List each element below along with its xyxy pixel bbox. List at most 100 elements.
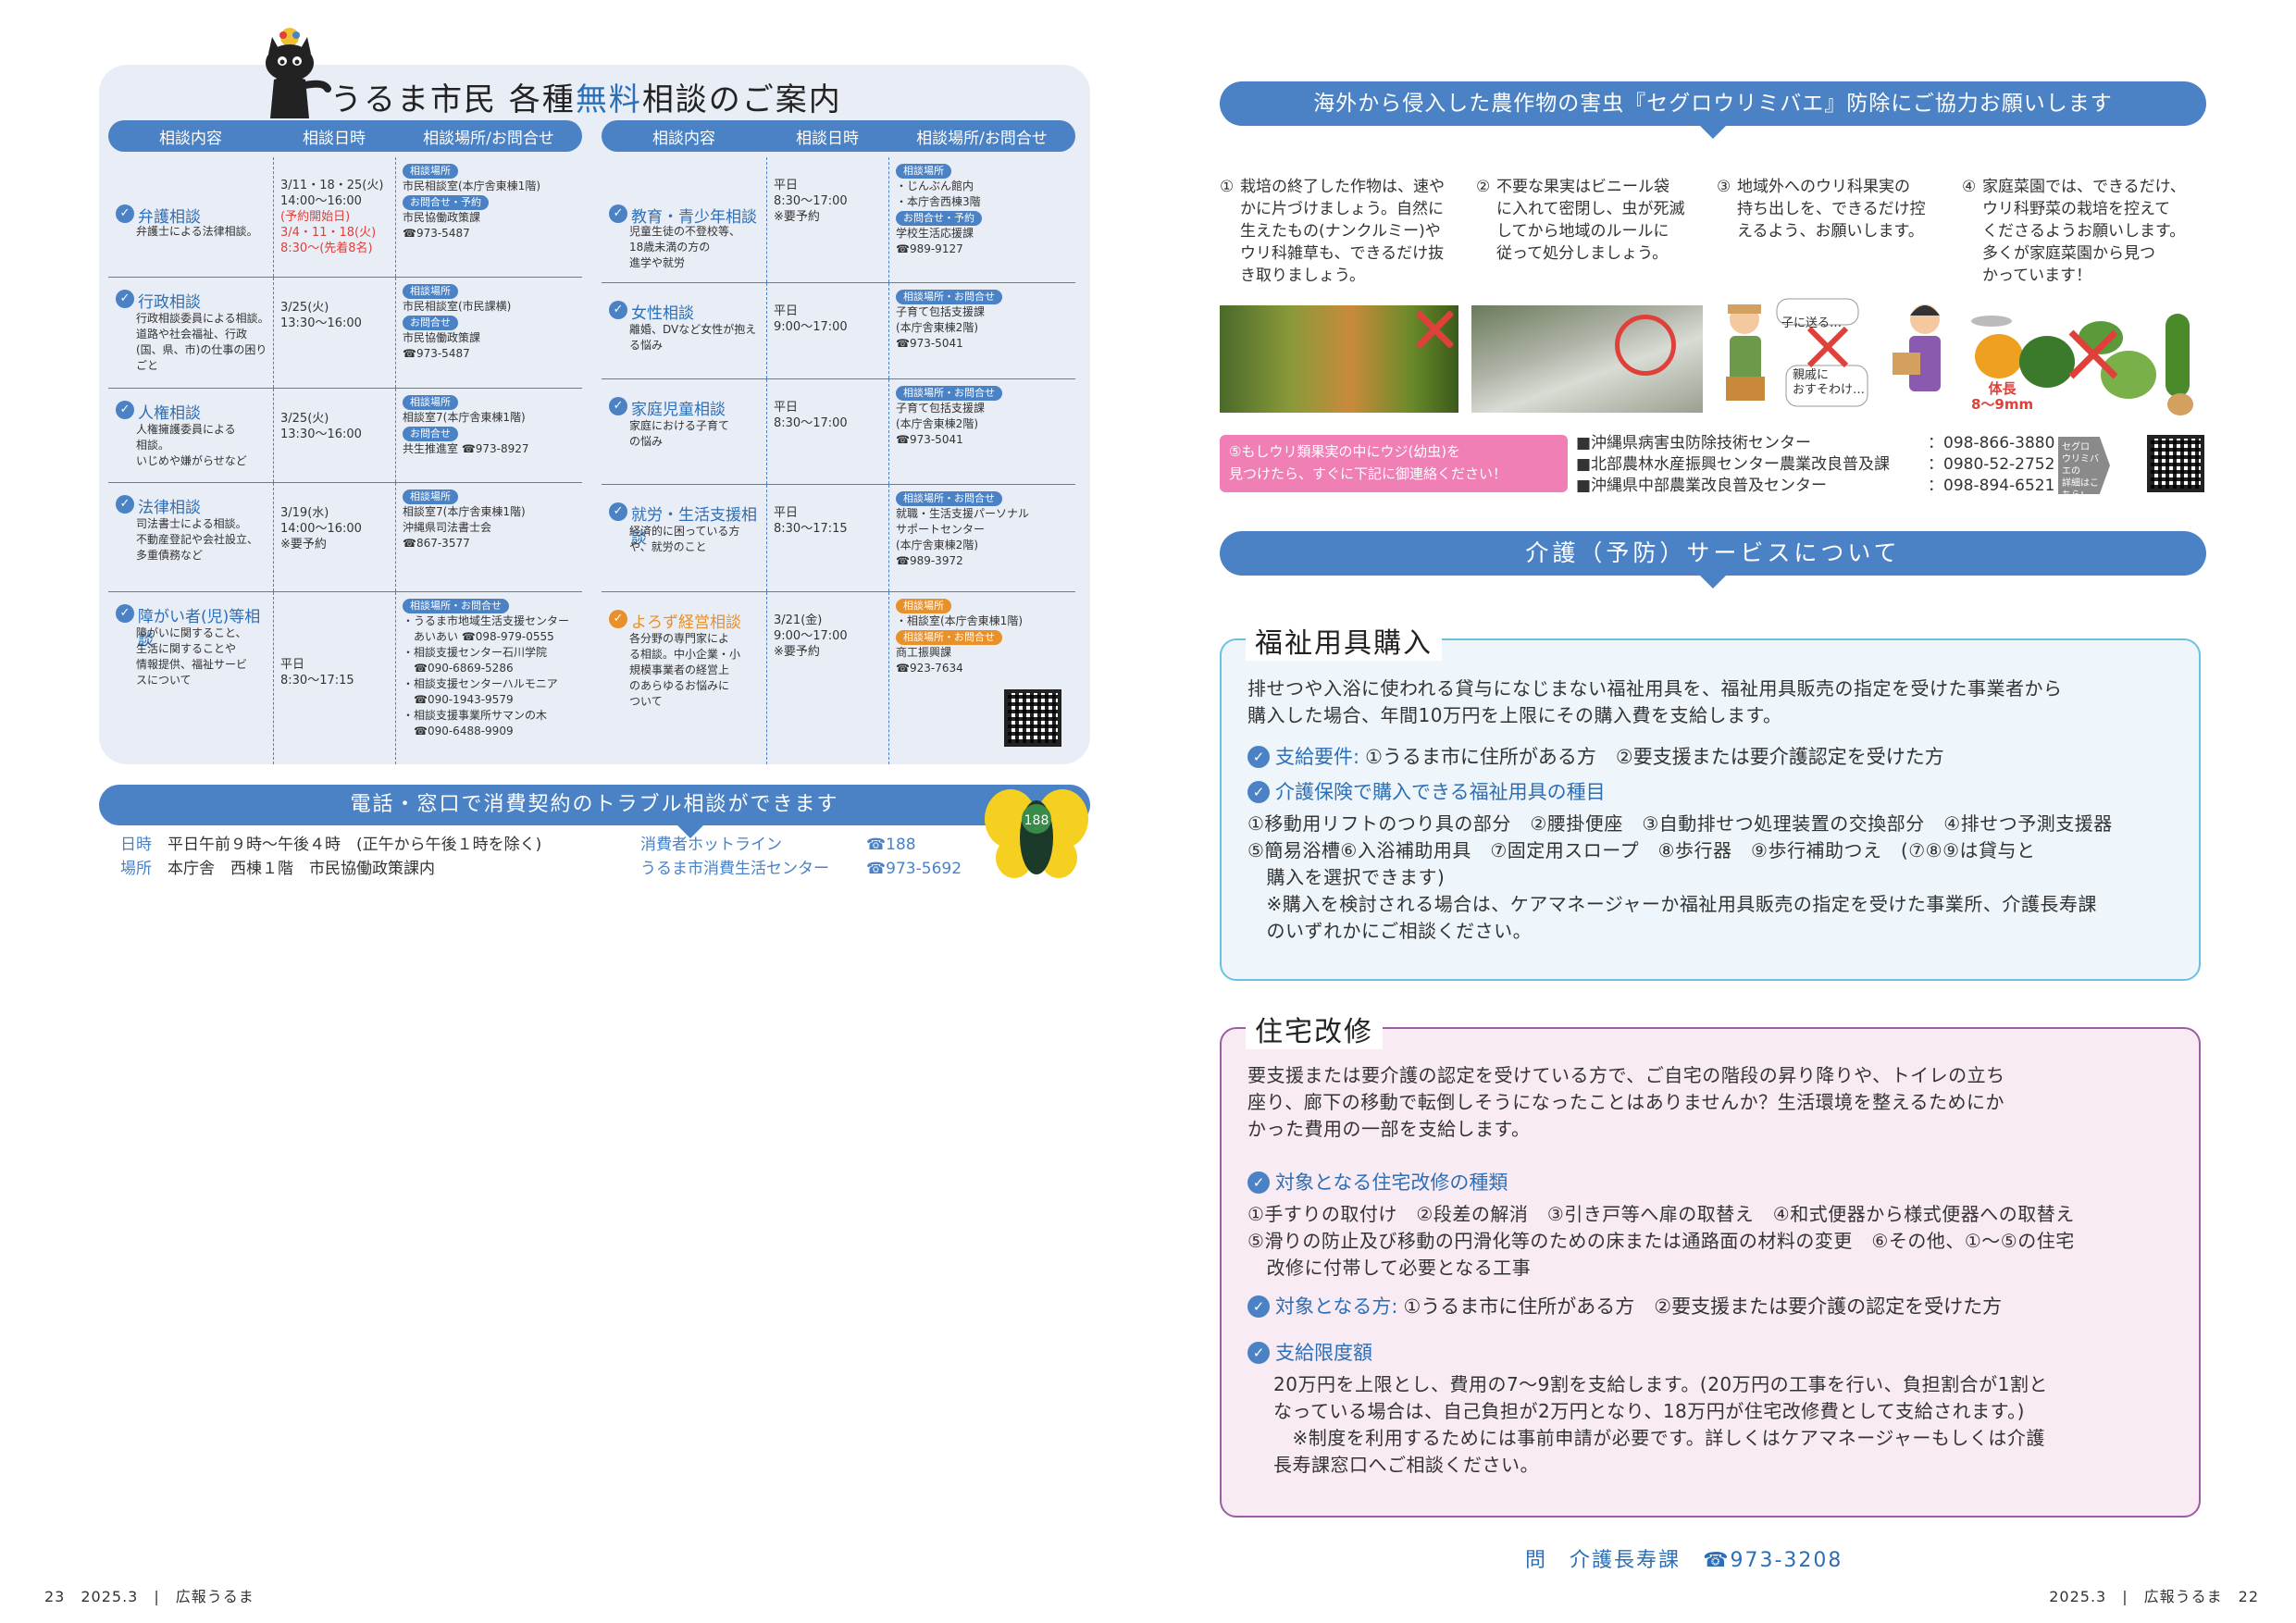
consumer-center-tel[interactable]: ☎973-5692 [866,857,962,881]
consult-place: 相談場所・お問合せ ・うるま市地域生活支援センター あいあい ☎098-979-… [403,599,570,737]
check-icon: ✓ [1247,1171,1270,1194]
welfare-box: 福祉用具購入 排せつや入浴に使われる貸与になじまない福祉用具を、福祉用具販売の指… [1220,620,2201,981]
highlight-circle-icon [1615,315,1676,376]
place-tag: 相談場所 [896,599,951,613]
consult-place: 相談場所 相談室7(本庁舎東棟1階) お問合せ 共生推進室 ☎973-8927 [403,395,529,455]
consult-desc: 経済的に困っている方 や、就労のこと [629,525,740,553]
place-tag: 相談場所・お問合せ [896,491,1002,506]
reform-limit-head: ✓ 支給限度額 [1247,1338,1372,1366]
place-tag: 相談場所・お問合せ [896,290,1002,304]
check-icon: ✓ [116,401,134,419]
pest-step: ④ 家庭菜園では、できるだけ、 ウリ科野菜の栽培を控えて くださるようお願いします。… [1962,178,2186,285]
consult-date: 3/11・18・25(火) 14:00～16:00 (予約開始日) 3/4・11・1… [280,179,384,255]
place-tag: 相談場所 [403,284,458,299]
consumer-center: うるま市消費生活センター [640,860,829,878]
consult-place: 相談場所・お問合せ 就職・生活支援パーソナル サポートセンター (本庁舎東棟2階) ☎… [896,491,1030,567]
place-tag: 相談場所 [896,164,951,179]
consult-desc: 弁護士による法律相談。 [136,225,258,238]
reform-box: 住宅改修 要支援または要介護の認定を受けている方で、ご自宅の階段の昇り降りや、ト… [1220,1009,2201,1518]
welfare-types: ①移動用リフトのつり具の部分 ②腰掛便座 ③自動排せつ処理装置の交換部分 ④排せ… [1247,812,2113,942]
consult-title: うるま市民 各種無料相談のご案内 [330,81,842,118]
consult-right-header: 相談内容 相談日時 相談場所/お問合せ [602,120,1075,152]
welfare-intro: 排せつや入浴に使われる貸与になじまない福祉用具を、福祉用具販売の指定を受けた事業… [1247,677,2063,726]
consult-left-header: 相談内容 相談日時 相談場所/お問合せ [108,120,582,152]
contact-tag: お問合せ・予約 [896,211,982,226]
reform-types-head: ✓ 対象となる住宅改修の種類 [1247,1168,1508,1196]
consult-row: ✓ 法律相談 司法書士による相談。 不動産登記や会社設立、 多重債務など 3/19(水… [108,483,582,592]
check-icon: ✓ [1247,780,1270,803]
pest-detail-arrow[interactable]: セグロ ウリミバエの 詳細はこちら! [2058,437,2110,494]
check-icon: ✓ [609,502,627,521]
reform-target: ✓ 対象となる方: ①うるま市に住所がある方 ②要支援または要介護の認定を受けた方 [1247,1292,2002,1319]
consult-desc: 障がいに関すること、 生活に関することや 情報提供、福祉サービ スについて [136,626,248,687]
consult-date: 3/21(金) 9:00～17:00 ※要予約 [774,613,848,659]
consult-date: 平日 8:30～17:00 ※要予約 [774,179,848,224]
pest-qr-code-icon[interactable] [2147,435,2204,492]
consult-date: 平日 8:30～17:00 [774,401,848,430]
consult-date: 平日 8:30～17:15 [280,658,354,688]
consult-desc: 行政相談委員による相談。 道路や社会福祉、行政 (国、県、市)の仕事の困り ごと [136,312,269,372]
consult-row: ✓ 人権相談 人権擁護委員による 相談。 いじめや嫌がらせなど 3/25(火) 13:3… [108,389,582,483]
consult-date: 平日 8:30～17:15 [774,506,848,536]
check-icon: ✓ [609,301,627,319]
consult-place: 相談場所 市民相談室(市民課横) お問合せ 市民協働政策課 ☎973-5487 [403,284,512,360]
check-icon: ✓ [1247,745,1270,768]
hotline-tel[interactable]: ☎188 [866,833,916,857]
place-tag: 相談場所 [403,489,458,504]
pest-notice: ⑤もしウリ類果実の中にウジ(幼虫)を 見つけたら、すぐに下記に御連絡ください！ [1220,435,1568,492]
care-bar: 介護（予防）サービスについて [1220,531,2206,588]
check-icon: ✓ [116,604,134,623]
consult-desc: 各分野の専門家によ る相談。中小企業・小 規模事業者の経営上 のあらゆるお悩みに ついて [629,632,741,708]
welfare-types-head: ✓ 介護保険で購入できる福祉用具の種目 [1247,777,1606,805]
consult-name: ✓ 法律相談 [116,494,268,517]
contact-tag: お問合せ [403,427,458,441]
trouble-place: 場所 本庁舎 西棟１階 市民協働政策課内 [120,860,435,878]
care-contact-tel[interactable]: ☎973-3208 [1703,1549,1843,1572]
consult-desc: 家庭における子育て の悩み [629,419,730,448]
check-icon: ✓ [1247,1295,1270,1318]
consult-row: ✓ 家庭児童相談 家庭における子育て の悩み 平日 8:30～17:00 相談場所・お… [602,379,1075,485]
consult-desc: 人権擁護委員による 相談。 いじめや嫌がらせなど [136,423,247,467]
pest-bar: 海外から侵入した農作物の害虫『セグロウリミバエ』防除にご協力お願いします [1220,81,2206,139]
place-tag: 相談場所 [403,395,458,410]
consult-place: 相談場所 市民相談室(本庁舎東棟1階) お問合せ・予約 市民協働政策課 ☎973-… [403,164,540,240]
consult-row: ✓ 行政相談 行政相談委員による相談。 道路や社会福祉、行政 (国、県、市)の仕事の困… [108,278,582,389]
place-tag: 相談場所・お問合せ [896,386,1002,401]
consult-desc: 司法書士による相談。 不動産登記や会社設立、 多重債務など [136,517,259,562]
footer-left: 23 2025.3 | 広報うるま [44,1588,254,1605]
consult-row: ✓ 就労・生活支援相談 経済的に困っている方 や、就労のこと 平日 8:30～17:1… [602,485,1075,592]
check-icon: ✓ [116,495,134,514]
trouble-date: 日時 平日午前９時～午後４時 (正午から午後１時を除く) [120,836,542,854]
contact-tag: お問合せ [403,316,458,330]
cat-mascot-icon [266,28,331,118]
prohibit-icon [1414,309,1455,350]
consult-row: ✓ 障がい者(児)等相談 障がいに関すること、 生活に関することや 情報提供、福祉サー… [108,592,582,764]
consult-row: ✓ 弁護相談 弁護士による法律相談。 3/11・18・25(火) 14:00～16:… [108,157,582,278]
consult-date: 3/19(水) 14:00～16:00 ※要予約 [280,506,362,551]
contact-tag: お問合せ・予約 [403,195,489,210]
pest-step: ② 不要な果実はビニール袋 に入れて密閉し、虫が死滅 してから地域のルールに 従って処… [1476,178,1685,263]
consult-name: ✓ よろず経営相談 [609,609,762,632]
consult-date: 平日 9:00～17:00 [774,304,848,334]
bubble-share: 親戚に おすそわけ… [1793,368,1866,397]
consult-date: 3/25(火) 13:30～16:00 [280,301,362,330]
check-icon: ✓ [609,397,627,415]
consult-date: 3/25(火) 13:30～16:00 [280,412,362,441]
care-contact: 問 介護長寿課 ☎973-3208 [1525,1549,1843,1572]
consult-name: ✓ 女性相談 [609,300,762,323]
reform-intro: 要支援または要介護の認定を受けている方で、ご自宅の階段の昇り降りや、トイレの立ち… [1247,1064,2005,1140]
pest-contacts: ■沖縄県病害虫防除技術センター ：098-866-3880 ■北部農林水産振興セン… [1576,434,2055,495]
contact-tag: 相談場所・お問合せ [896,630,1002,645]
check-icon: ✓ [116,204,134,223]
butterfly-number: 188 [1024,813,1049,828]
welfare-title: 福祉用具購入 [1246,620,1442,661]
consult-place: 相談場所・お問合せ 子育て包括支援課 (本庁舎東棟2階) ☎973-5041 [896,385,1074,448]
fly-size: 体長 8～9mm [1971,380,2034,413]
consult-row: ✓ 教育・青少年相談 児童生徒の不登校等、 18歳未満の方の 進学や就労 平日 8:30… [602,157,1075,283]
consult-place: 相談場所 相談室7(本庁舎東棟1階) 沖縄県司法書士会 ☎867-3577 [403,489,526,550]
qr-code-icon[interactable] [1004,689,1061,747]
check-icon: ✓ [1247,1341,1270,1364]
consult-place: 相談場所・お問合せ 子育て包括支援課 (本庁舎東棟2階) ☎973-5041 [896,289,1074,352]
hotline: 消費者ホットライン [640,836,782,854]
consult-row: ✓ 女性相談 離婚、DVなど女性が抱え る悩み 平日 9:00～17:00 相談場所・… [602,283,1075,379]
